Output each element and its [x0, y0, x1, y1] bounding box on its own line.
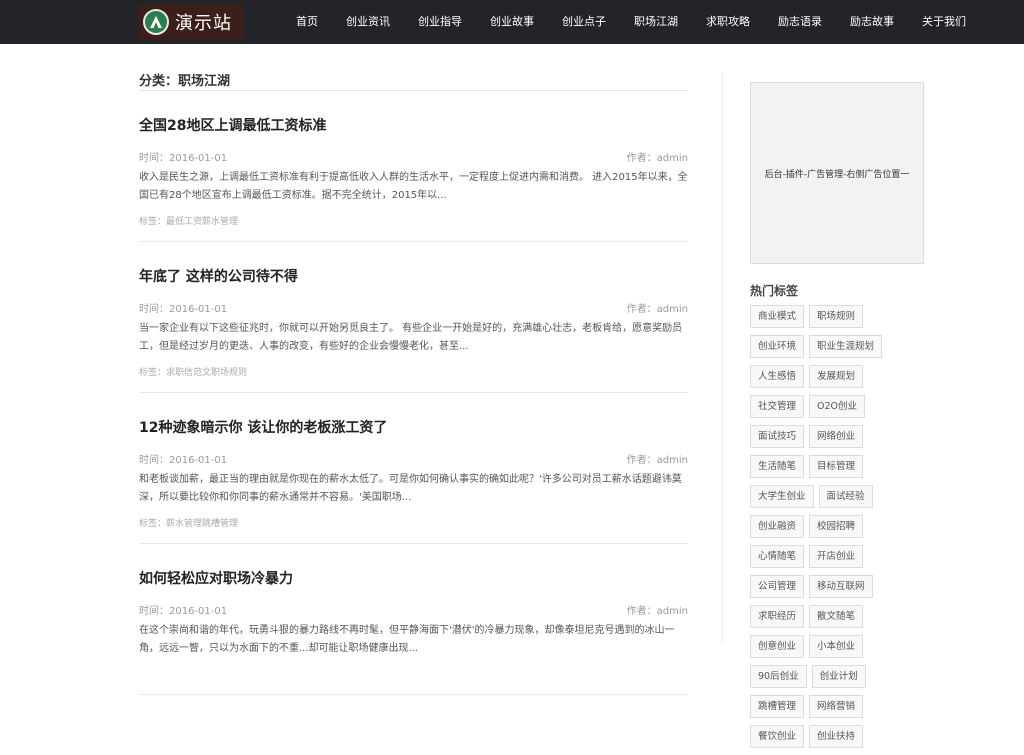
site-logo[interactable]: 演示站	[138, 4, 244, 40]
main-nav: 首页 创业资讯 创业指导 创业故事 创业点子 职场江湖 求职攻略 励志语录 励志…	[280, 0, 980, 44]
nav-item-startup-stories[interactable]: 创业故事	[476, 0, 548, 44]
post-item: 12种迹象暗示你 该让你的老板涨工资了 时间：2016-01-01 作者：adm…	[139, 393, 688, 544]
hot-tag[interactable]: 人生感悟	[750, 365, 805, 388]
ad-placeholder-text: 后台-插件-广告管理-右侧广告位置一	[764, 169, 910, 180]
hot-tag[interactable]: 目标管理	[809, 455, 864, 478]
hot-tag[interactable]: 移动互联网	[809, 575, 873, 598]
hot-tag[interactable]: 发展规划	[809, 365, 864, 388]
post-title-link[interactable]: 如何轻松应对职场冷暴力	[139, 568, 293, 588]
post-title-link[interactable]: 全国28地区上调最低工资标准	[139, 115, 326, 135]
nav-item-startup-guide[interactable]: 创业指导	[404, 0, 476, 44]
hot-tag[interactable]: 校园招聘	[809, 515, 864, 538]
hot-tag[interactable]: 散文随笔	[809, 605, 864, 628]
post-meta: 时间：2016-01-01 作者：admin	[139, 451, 688, 466]
post-meta: 时间：2016-01-01 作者：admin	[139, 149, 688, 164]
post-tag-link[interactable]: 薪水管理	[202, 217, 238, 227]
hot-tag[interactable]: 跳槽管理	[750, 695, 805, 718]
post-tag-link[interactable]: 薪水管理	[166, 519, 202, 529]
post-excerpt: 当一家企业有以下这些征兆时，你就可以开始另觅良主了。 有些企业一开始是好的，充满…	[139, 323, 683, 352]
post-tag-link[interactable]: 职场规则	[211, 368, 247, 378]
hot-tag[interactable]: 创意创业	[750, 635, 805, 658]
tags-label: 标签：	[139, 368, 167, 378]
post-author: 作者：admin	[626, 304, 688, 315]
post-tag-link[interactable]: 范文	[193, 368, 211, 378]
hot-tag[interactable]: 开店创业	[809, 545, 864, 568]
post-tags: 标签：求职信范文职场规则	[139, 365, 247, 378]
post-excerpt: 收入是民生之源，上调最低工资标准有利于提高低收入人群的生活水平，一定程度上促进内…	[139, 172, 688, 201]
hot-tag[interactable]: 心情随笔	[750, 545, 805, 568]
category-title: 分类：职场江湖	[139, 64, 688, 91]
site-logo-text: 演示站	[175, 13, 232, 34]
post-title-link[interactable]: 年底了 这样的公司待不得	[139, 266, 298, 286]
hot-tag[interactable]: 网络营销	[809, 695, 864, 718]
hot-tag[interactable]: 创业扶持	[809, 725, 864, 748]
post-tag-link[interactable]: 跳槽管理	[202, 519, 238, 529]
hot-tag[interactable]: 大学生创业	[750, 485, 814, 508]
nav-item-job-tips[interactable]: 求职攻略	[692, 0, 764, 44]
post-tags: 标签：薪水管理跳槽管理	[139, 516, 238, 529]
hot-tag[interactable]: 职场规则	[809, 305, 864, 328]
post-author: 作者：admin	[626, 455, 688, 466]
post-item: 年底了 这样的公司待不得 时间：2016-01-01 作者：admin 当一家企…	[139, 242, 688, 393]
nav-item-startup-news[interactable]: 创业资讯	[332, 0, 404, 44]
nav-item-quotes[interactable]: 励志语录	[764, 0, 836, 44]
hot-tag[interactable]: 小本创业	[809, 635, 864, 658]
post-tag-link[interactable]: 求职信	[166, 368, 193, 378]
post-author: 作者：admin	[626, 606, 688, 617]
hot-tag[interactable]: 社交管理	[750, 395, 805, 418]
post-date: 时间：2016-01-01	[139, 606, 228, 617]
nav-item-workplace[interactable]: 职场江湖	[620, 0, 692, 44]
ad-slot[interactable]: 后台-插件-广告管理-右侧广告位置一	[750, 82, 924, 264]
nav-item-startup-ideas[interactable]: 创业点子	[548, 0, 620, 44]
hot-tag[interactable]: 网络创业	[809, 425, 864, 448]
nav-item-inspiring-stories[interactable]: 励志故事	[836, 0, 908, 44]
post-excerpt: 和老板谈加薪，最正当的理由就是你现在的薪水太低了。可是你如何确认事实的确如此呢？…	[139, 474, 682, 503]
nav-item-home[interactable]: 首页	[280, 0, 332, 44]
hot-tag[interactable]: 餐饮创业	[750, 725, 805, 748]
hot-tag[interactable]: 创业融资	[750, 515, 805, 538]
post-date: 时间：2016-01-01	[139, 304, 228, 315]
hot-tag-cloud: 商业模式 职场规则 创业环境 职业生涯规划 人生感悟 发展规划 社交管理 O2O…	[750, 305, 924, 755]
hot-tag[interactable]: 创业计划	[811, 665, 866, 688]
tags-label: 标签：	[139, 217, 167, 227]
column-divider	[722, 72, 723, 643]
post-meta: 时间：2016-01-01 作者：admin	[139, 602, 688, 617]
post-tag-link[interactable]: 最低工资	[166, 217, 202, 227]
post-excerpt: 在这个崇尚和谐的年代，玩勇斗狠的暴力路线不再时髦，但平静海面下'潜伏'的冷暴力现…	[139, 625, 675, 654]
post-item: 全国28地区上调最低工资标准 时间：2016-01-01 作者：admin 收入…	[139, 91, 688, 242]
sidebar: 后台-插件-广告管理-右侧广告位置一 热门标签 商业模式 职场规则 创业环境 职…	[750, 82, 924, 755]
nav-item-about[interactable]: 关于我们	[908, 0, 980, 44]
post-date: 时间：2016-01-01	[139, 455, 228, 466]
post-date: 时间：2016-01-01	[139, 153, 228, 164]
post-author: 作者：admin	[626, 153, 688, 164]
post-tags: 标签：最低工资薪水管理	[139, 214, 238, 227]
post-meta: 时间：2016-01-01 作者：admin	[139, 300, 688, 315]
hot-tags-title: 热门标签	[750, 284, 799, 298]
hot-tag[interactable]: 面试经验	[818, 485, 873, 508]
post-title-link[interactable]: 12种迹象暗示你 该让你的老板涨工资了	[139, 417, 387, 437]
hot-tag[interactable]: 求职经历	[750, 605, 805, 628]
hot-tag[interactable]: O2O创业	[809, 395, 866, 418]
hot-tag[interactable]: 创业环境	[750, 335, 805, 358]
hot-tag[interactable]: 90后创业	[750, 665, 807, 688]
hot-tag[interactable]: 商业模式	[750, 305, 805, 328]
tent-icon	[143, 9, 169, 35]
hot-tag[interactable]: 生活随笔	[750, 455, 805, 478]
hot-tag[interactable]: 公司管理	[750, 575, 805, 598]
hot-tag[interactable]: 面试技巧	[750, 425, 805, 448]
post-item: 如何轻松应对职场冷暴力 时间：2016-01-01 作者：admin 在这个崇尚…	[139, 544, 688, 695]
top-navigation-bar: 演示站 首页 创业资讯 创业指导 创业故事 创业点子 职场江湖 求职攻略 励志语…	[0, 0, 1024, 44]
tags-label: 标签：	[139, 519, 167, 529]
post-list: 分类：职场江湖 全国28地区上调最低工资标准 时间：2016-01-01 作者：…	[139, 64, 688, 695]
hot-tag[interactable]: 职业生涯规划	[809, 335, 883, 358]
